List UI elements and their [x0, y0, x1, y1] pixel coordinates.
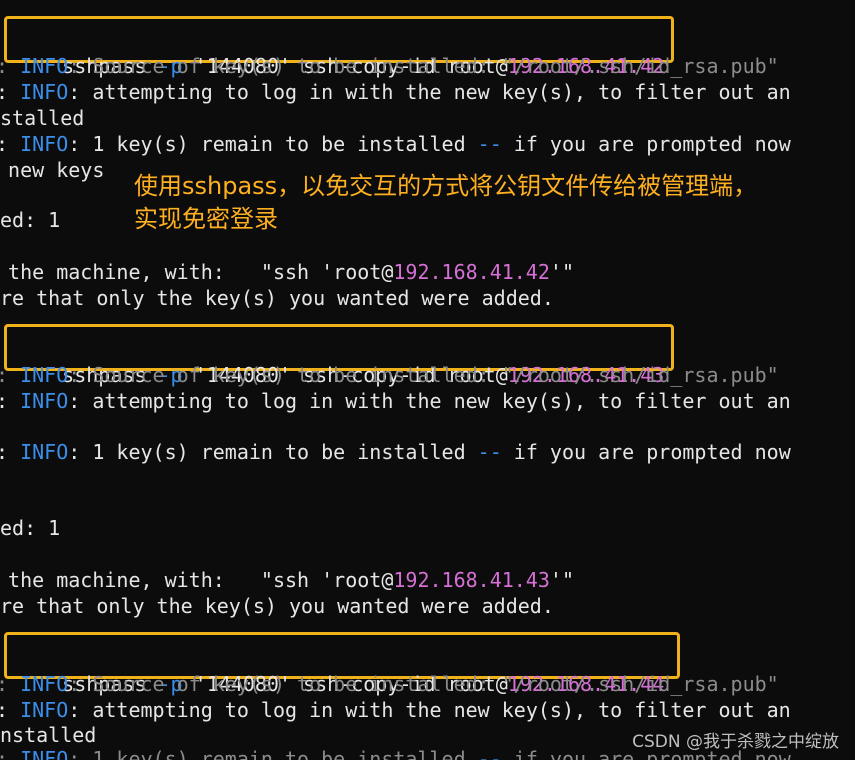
- machine-line-2: the machine, with: "ssh 'root@192.168.41…: [0, 568, 574, 592]
- terminal-window[interactable]: sshpass -p '144080' ssh-copy-id root@192…: [0, 0, 855, 760]
- info-remain-line-1: : INFO: 1 key(s) remain to be installed …: [0, 132, 791, 156]
- added-count-line-1: ed: 1: [0, 208, 61, 232]
- installed-line-3: nstalled: [0, 723, 97, 747]
- info-source-line-3: : INFO: Source of key(s) to be installed…: [0, 672, 779, 696]
- info-attempt-line-2: : INFO: attempting to log in with the ne…: [0, 389, 791, 413]
- added-count-line-2: ed: 1: [0, 516, 61, 540]
- annotation-line-1: 使用sshpass，以免交互的方式将公钥文件传给被管理端，: [134, 172, 758, 200]
- command-line-1: sshpass -p '144080' ssh-copy-id root@192…: [62, 54, 665, 78]
- info-source-line-1: : INFO: Source of key(s) to be installed…: [0, 54, 779, 78]
- command-line-3: sshpass -p '144080' ssh-copy-id root@192…: [62, 672, 665, 696]
- annotation-text: 使用sshpass，以免交互的方式将公钥文件传给被管理端， 实现免密登录: [134, 170, 757, 236]
- info-attempt-line-3: : INFO: attempting to log in with the ne…: [0, 698, 791, 722]
- command-line-2: sshpass -p '144080' ssh-copy-id root@192…: [62, 363, 665, 387]
- installed-line-1: stalled: [0, 106, 85, 130]
- csdn-watermark: CSDN @我于杀戮之中绽放: [632, 732, 839, 752]
- annotation-line-2: 实现免密登录: [134, 205, 278, 233]
- info-attempt-line-1: : INFO: attempting to log in with the ne…: [0, 80, 791, 104]
- new-keys-line-1: new keys: [0, 158, 105, 182]
- machine-line-1: the machine, with: "ssh 'root@192.168.41…: [0, 260, 574, 284]
- wanted-line-2: re that only the key(s) you wanted were …: [0, 594, 554, 618]
- wanted-line-1: re that only the key(s) you wanted were …: [0, 286, 554, 310]
- info-remain-line-2: : INFO: 1 key(s) remain to be installed …: [0, 440, 791, 464]
- info-source-line-2: : INFO: Source of key(s) to be installed…: [0, 363, 779, 387]
